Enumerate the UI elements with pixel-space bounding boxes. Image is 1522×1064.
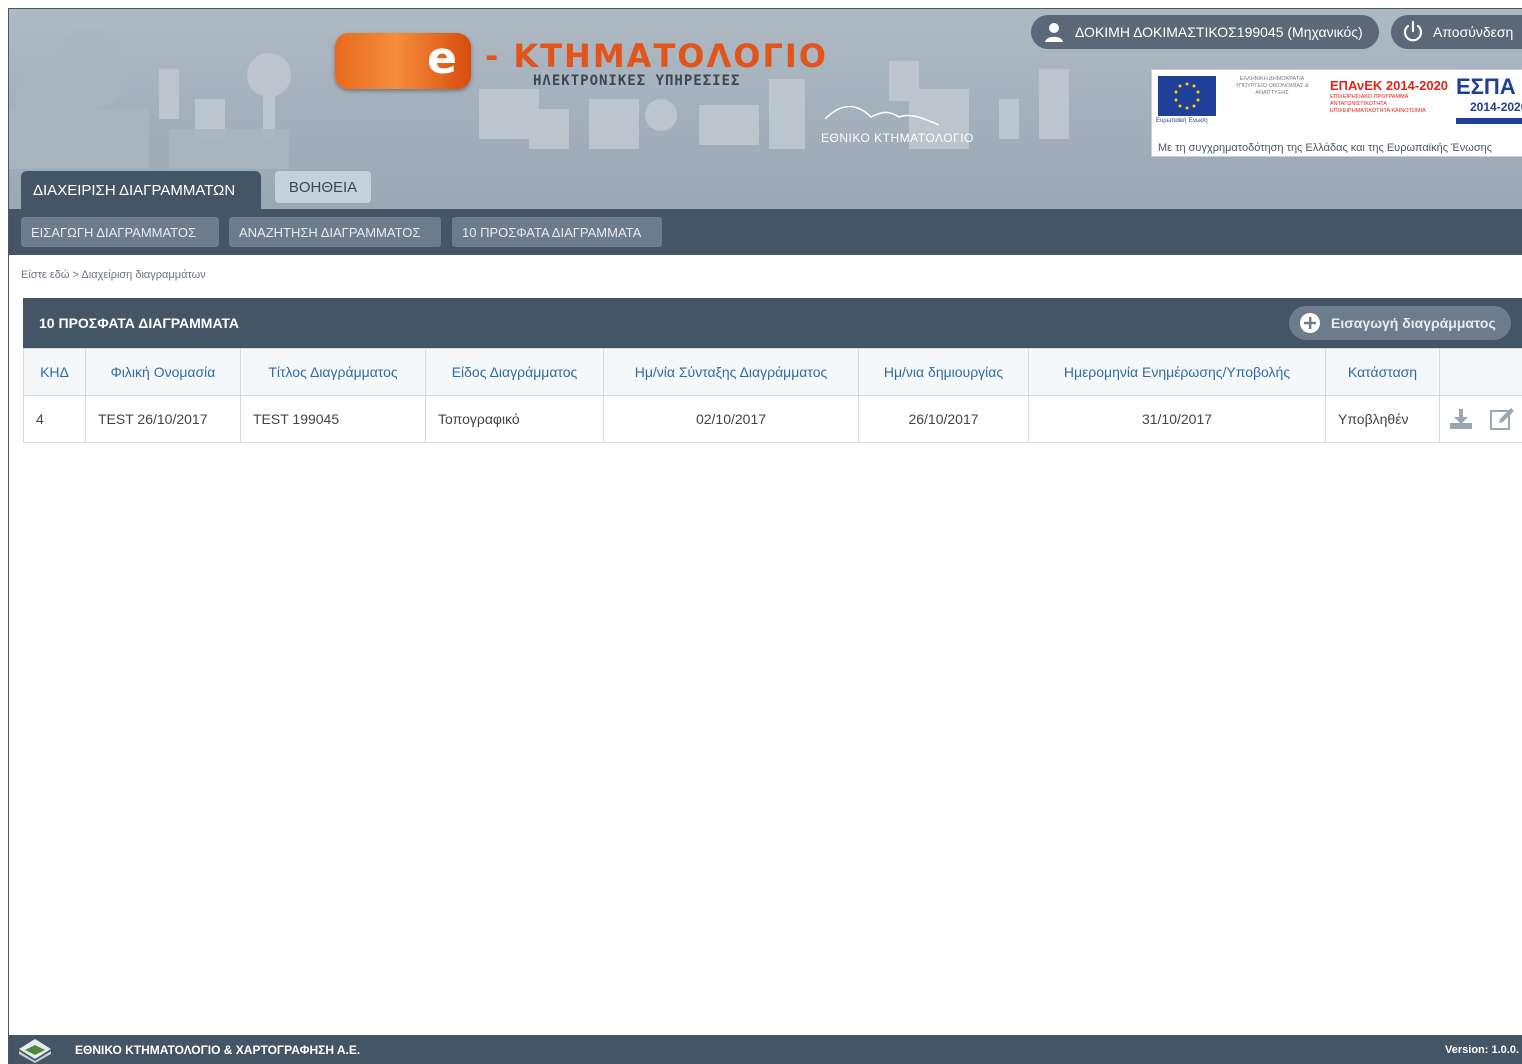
tab-help[interactable]: ΒΟΗΘΕΙΑ <box>275 171 371 203</box>
cell-friendly-name: TEST 26/10/2017 <box>85 395 241 443</box>
table-row: 4 TEST 26/10/2017 TEST 199045 Τοπογραφικ… <box>23 395 1522 443</box>
site-subtitle: ΗΛΕΚΤΡΟΝΙΚΕΣ ΥΠΗΡΕΣΙΕΣ <box>533 73 741 89</box>
user-menu-button[interactable]: ΔΟΚΙΜΗ ΔΟΚΙΜΑΣΤΙΚΟΣ199045 (Μηχανικός) <box>1031 15 1379 49</box>
e-logo-badge: e <box>335 33 471 89</box>
cell-actions <box>1439 395 1522 443</box>
add-diagram-button[interactable]: Εισαγωγή διαγράμματος <box>1289 306 1511 340</box>
subtab-recent-diagrams[interactable]: 10 ΠΡΟΣΦΑΤΑ ΔΙΑΓΡΑΜΜΑΤΑ <box>452 217 662 247</box>
cell-khd: 4 <box>23 395 86 443</box>
column-header[interactable]: Ημ/νία Σύνταξης Διαγράμματος <box>603 348 859 396</box>
espa-bar <box>1456 118 1522 124</box>
column-header[interactable]: Φιλική Ονομασία <box>85 348 241 396</box>
user-name-label: ΔΟΚΙΜΗ ΔΟΚΙΜΑΣΤΙΚΟΣ199045 (Μηχανικός) <box>1075 24 1363 40</box>
breadcrumb: Είστε εδώ > Διαχείριση διαγραμμάτων <box>21 269 206 281</box>
sub-navigation: ΕΙΣΑΓΩΓΗ ΔΙΑΓΡΑΜΜΑΤΟΣ ΑΝΑΖΗΤΗΣΗ ΔΙΑΓΡΑΜΜ… <box>9 209 1522 255</box>
logout-button[interactable]: Αποσύνδεση <box>1391 15 1522 49</box>
cell-type: Τοπογραφικό <box>425 395 604 443</box>
ktimatologio-logo-icon <box>19 1039 51 1063</box>
tab-label: ΔΙΑΧΕΙΡΙΣΗ ΔΙΑΓΡΑΜΜΑΤΩΝ <box>33 181 236 199</box>
subtab-search-diagram[interactable]: ΑΝΑΖΗΤΗΣΗ ΔΙΑΓΡΑΜΜΑΤΟΣ <box>229 217 441 247</box>
column-header-actions <box>1439 348 1522 396</box>
user-icon <box>1045 23 1063 42</box>
cell-created-date: 26/10/2017 <box>858 395 1029 443</box>
panel-title: 10 ΠΡΟΣΦΑΤΑ ΔΙΑΓΡΑΜΜΑΤΑ <box>39 315 240 331</box>
org-mark: ΕΘΝΙΚΟ ΚΤΗΜΑΤΟΛΟΓΙΟ <box>821 131 974 145</box>
power-icon <box>1403 20 1423 42</box>
subtab-import-diagram[interactable]: ΕΙΣΑΓΩΓΗ ΔΙΑΓΡΑΜΜΑΤΟΣ <box>21 217 219 247</box>
logout-label: Αποσύνδεση <box>1433 24 1514 40</box>
recent-diagrams-table: ΚΗΔ Φιλική Ονομασία Τίτλος Διαγράμματος … <box>23 348 1522 443</box>
eu-flag-logo <box>1158 76 1216 116</box>
ministry-logo-text: ΕΛΛΗΝΙΚΗ ΔΗΜΟΚΡΑΤΙΑ ΥΠΟΥΡΓΕΙΟ ΟΙΚΟΝΟΜΙΑΣ… <box>1235 76 1309 96</box>
epanek-logo: ΕΠΑνΕΚ 2014-2020 <box>1330 78 1449 93</box>
epanek-subtitle: ΕΠΙΧΕΙΡΗΣΙΑΚΟ ΠΡΟΓΡΑΜΜΑ ΑΝΤΑΓΩΝΙΣΤΙΚΟΤΗΤ… <box>1330 94 1426 114</box>
espa-logo: ΕΣΠΑ <box>1456 74 1516 99</box>
eu-caption: Ευρωπαϊκή Ένωση <box>1156 118 1208 124</box>
cell-compile-date: 02/10/2017 <box>603 395 859 443</box>
app-frame: e - ΚΤΗΜΑΤΟΛΟΓΙΟ ΗΛΕΚΤΡΟΝΙΚΕΣ ΥΠΗΡΕΣΙΕΣ … <box>8 8 1522 1064</box>
espa-years: 2014-2020 <box>1470 100 1522 114</box>
cell-status: Υποβληθέν <box>1325 395 1440 443</box>
tab-diagram-management[interactable]: ΔΙΑΧΕΙΡΙΣΗ ΔΙΑΓΡΑΜΜΑΤΩΝ <box>21 171 261 209</box>
subtab-label: ΑΝΑΖΗΤΗΣΗ ΔΙΑΓΡΑΜΜΑΤΟΣ <box>239 224 421 240</box>
eu-stars-icon <box>1174 82 1200 110</box>
panel-header: 10 ΠΡΟΣΦΑΤΑ ΔΙΑΓΡΑΜΜΑΤΑ Εισαγωγή διαγράμ… <box>23 298 1522 348</box>
table-header-row: ΚΗΔ Φιλική Ονομασία Τίτλος Διαγράμματος … <box>23 348 1522 396</box>
logo-letter: e <box>427 33 457 84</box>
funding-text: Με τη συγχρηματοδότηση της Ελλάδας και τ… <box>1158 142 1493 154</box>
site-header: e - ΚΤΗΜΑΤΟΛΟΓΙΟ ΗΛΕΚΤΡΟΝΙΚΕΣ ΥΠΗΡΕΣΙΕΣ … <box>9 9 1522 209</box>
footer-company: ΕΘΝΙΚΟ ΚΤΗΜΑΤΟΛΟΓΙΟ & ΧΑΡΤΟΓΡΑΦΗΣΗ Α.Ε. <box>75 1043 361 1057</box>
site-footer: ΕΘΝΙΚΟ ΚΤΗΜΑΤΟΛΟΓΙΟ & ΧΑΡΤΟΓΡΑΦΗΣΗ Α.Ε. … <box>9 1035 1522 1064</box>
plus-circle-icon <box>1300 313 1320 333</box>
edit-icon[interactable] <box>1489 407 1515 431</box>
funding-banner: Ευρωπαϊκή Ένωση ΕΛΛΗΝΙΚΗ ΔΗΜΟΚΡΑΤΙΑ ΥΠΟΥ… <box>1151 69 1522 157</box>
download-icon[interactable] <box>1448 407 1474 431</box>
column-header[interactable]: Ημερομηνία Ενημέρωσης/Υποβολής <box>1028 348 1326 396</box>
column-header[interactable]: Ημ/νια δημιουργίας <box>858 348 1029 396</box>
column-header[interactable]: Τίτλος Διαγράμματος <box>240 348 426 396</box>
add-diagram-label: Εισαγωγή διαγράμματος <box>1331 315 1496 331</box>
site-title: - ΚΤΗΜΑΤΟΛΟΓΙΟ <box>485 37 828 75</box>
footer-version: Version: 1.0.0. <box>1445 1044 1519 1056</box>
subtab-label: ΕΙΣΑΓΩΓΗ ΔΙΑΓΡΑΜΜΑΤΟΣ <box>31 224 197 240</box>
cell-updated-date: 31/10/2017 <box>1028 395 1326 443</box>
column-header[interactable]: Κατάσταση <box>1325 348 1440 396</box>
cell-title: TEST 199045 <box>240 395 426 443</box>
column-header[interactable]: Είδος Διαγράμματος <box>425 348 604 396</box>
subtab-label: 10 ΠΡΟΣΦΑΤΑ ΔΙΑΓΡΑΜΜΑΤΑ <box>462 224 642 240</box>
tab-label: ΒΟΗΘΕΙΑ <box>288 178 358 196</box>
column-header[interactable]: ΚΗΔ <box>23 348 86 396</box>
